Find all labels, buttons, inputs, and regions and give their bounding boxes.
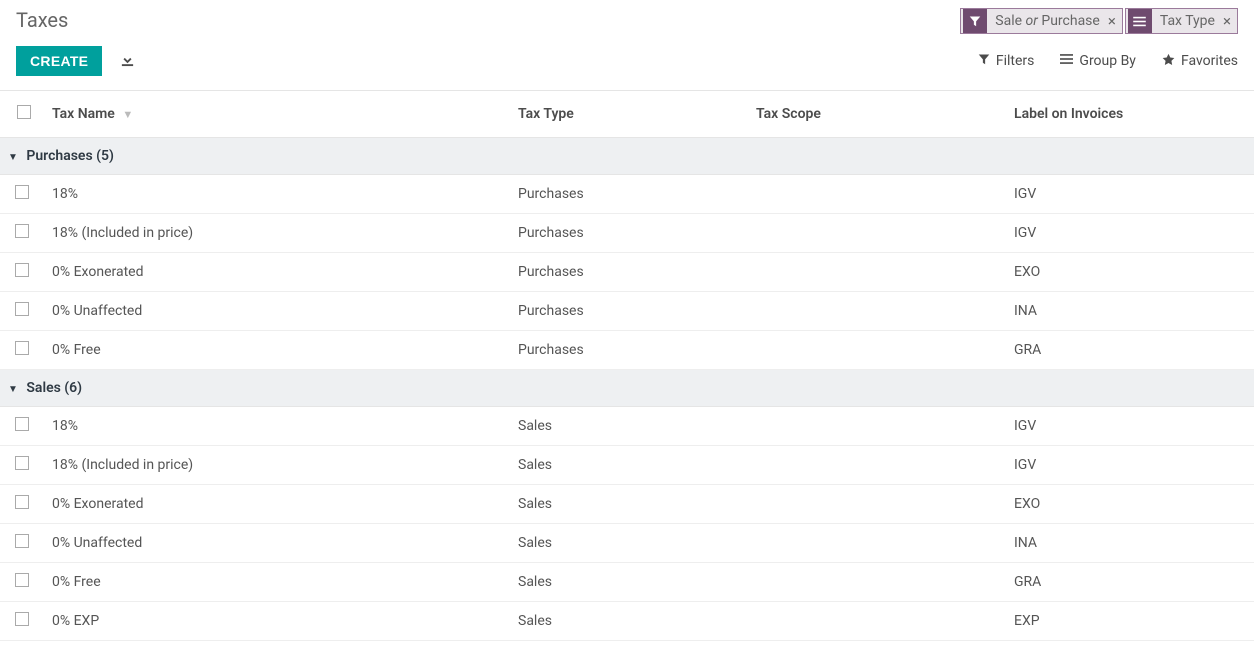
funnel-icon <box>963 9 987 33</box>
groupby-label: Group By <box>1079 53 1136 69</box>
table-row[interactable]: 0% FreeSales GRA <box>0 563 1254 602</box>
row-checkbox[interactable] <box>15 612 29 626</box>
funnel-icon <box>978 53 990 69</box>
cell-label: IGV <box>1006 446 1254 485</box>
cell-label: IGV <box>1006 407 1254 446</box>
cell-tax-scope <box>748 407 1006 446</box>
row-checkbox[interactable] <box>15 417 29 431</box>
row-checkbox[interactable] <box>15 302 29 316</box>
row-checkbox[interactable] <box>15 185 29 199</box>
cell-tax-name: 0% Exonerated <box>44 485 510 524</box>
cell-tax-name: 0% Exonerated <box>44 253 510 292</box>
cell-tax-type: Sales <box>510 446 748 485</box>
table-row[interactable]: 18%Sales IGV <box>0 407 1254 446</box>
table-row[interactable]: 0% UnaffectedSales INA <box>0 524 1254 563</box>
row-checkbox[interactable] <box>15 573 29 587</box>
row-checkbox[interactable] <box>15 341 29 355</box>
cell-tax-scope <box>748 292 1006 331</box>
column-tax-type[interactable]: Tax Type <box>510 91 748 138</box>
cell-tax-type: Sales <box>510 602 748 641</box>
select-all-checkbox[interactable] <box>17 105 31 119</box>
cell-label: IGV <box>1006 214 1254 253</box>
filters-label: Filters <box>996 53 1035 69</box>
download-icon[interactable] <box>120 52 135 71</box>
row-checkbox[interactable] <box>15 495 29 509</box>
column-tax-name-label: Tax Name <box>52 106 115 122</box>
column-tax-name[interactable]: Tax Name ▼ <box>44 91 510 138</box>
cell-tax-type: Sales <box>510 485 748 524</box>
cell-tax-scope <box>748 563 1006 602</box>
column-tax-scope[interactable]: Tax Scope <box>748 91 1006 138</box>
caret-down-icon: ▼ <box>8 384 18 395</box>
search-facet: Tax Type× <box>1125 8 1238 34</box>
cell-tax-name: 0% Free <box>44 563 510 602</box>
cell-tax-type: Sales <box>510 407 748 446</box>
cell-label: INA <box>1006 292 1254 331</box>
row-checkbox[interactable] <box>15 224 29 238</box>
cell-tax-name: 18% <box>44 407 510 446</box>
table-row[interactable]: 18% (Included in price)Sales IGV <box>0 446 1254 485</box>
cell-tax-name: 0% Unaffected <box>44 524 510 563</box>
cell-label: INA <box>1006 524 1254 563</box>
list-icon <box>1128 9 1152 33</box>
cell-tax-type: Sales <box>510 524 748 563</box>
cell-tax-type: Purchases <box>510 292 748 331</box>
filters-button[interactable]: Filters <box>978 53 1035 69</box>
search-facet: Sale or Purchase× <box>960 8 1123 34</box>
cell-label: EXP <box>1006 602 1254 641</box>
cell-tax-name: 0% Unaffected <box>44 292 510 331</box>
cell-tax-scope <box>748 175 1006 214</box>
cell-tax-type: Purchases <box>510 253 748 292</box>
sort-caret-icon: ▼ <box>122 108 133 121</box>
favorites-button[interactable]: Favorites <box>1162 53 1238 70</box>
column-label-on-invoices[interactable]: Label on Invoices <box>1006 91 1254 138</box>
cell-label: IGV <box>1006 175 1254 214</box>
row-checkbox[interactable] <box>15 263 29 277</box>
cell-tax-name: 0% Free <box>44 331 510 370</box>
cell-tax-name: 18% (Included in price) <box>44 214 510 253</box>
groupby-button[interactable]: Group By <box>1060 53 1136 69</box>
row-checkbox[interactable] <box>15 456 29 470</box>
page-title: Taxes <box>16 8 68 32</box>
row-checkbox[interactable] <box>15 534 29 548</box>
table-row[interactable]: 0% ExoneratedSales EXO <box>0 485 1254 524</box>
cell-tax-type: Purchases <box>510 175 748 214</box>
cell-tax-type: Sales <box>510 563 748 602</box>
close-icon[interactable]: × <box>1104 12 1120 30</box>
table-row[interactable]: 0% FreePurchases GRA <box>0 331 1254 370</box>
cell-label: GRA <box>1006 331 1254 370</box>
cell-tax-scope <box>748 602 1006 641</box>
cell-tax-scope <box>748 446 1006 485</box>
create-button[interactable]: CREATE <box>16 46 102 76</box>
cell-tax-type: Purchases <box>510 214 748 253</box>
search-facets: Sale or Purchase×Tax Type× <box>960 8 1238 34</box>
list-icon <box>1060 53 1073 69</box>
cell-tax-scope <box>748 524 1006 563</box>
table-row[interactable]: 18%Purchases IGV <box>0 175 1254 214</box>
favorites-label: Favorites <box>1181 53 1238 69</box>
group-header[interactable]: ▼ Sales (6) <box>0 370 1254 407</box>
cell-tax-scope <box>748 331 1006 370</box>
caret-down-icon: ▼ <box>8 152 18 163</box>
cell-tax-name: 18% <box>44 175 510 214</box>
cell-tax-scope <box>748 214 1006 253</box>
table-row[interactable]: 0% EXPSales EXP <box>0 602 1254 641</box>
star-icon <box>1162 53 1175 70</box>
close-icon[interactable]: × <box>1219 12 1235 30</box>
cell-tax-type: Purchases <box>510 331 748 370</box>
cell-label: GRA <box>1006 563 1254 602</box>
group-header[interactable]: ▼ Purchases (5) <box>0 138 1254 175</box>
cell-tax-name: 18% (Included in price) <box>44 446 510 485</box>
cell-label: EXO <box>1006 253 1254 292</box>
table-row[interactable]: 0% ExoneratedPurchases EXO <box>0 253 1254 292</box>
cell-tax-scope <box>748 485 1006 524</box>
table-row[interactable]: 0% UnaffectedPurchases INA <box>0 292 1254 331</box>
facet-label: Sale or Purchase <box>991 13 1104 29</box>
facet-label: Tax Type <box>1156 13 1219 29</box>
cell-tax-scope <box>748 253 1006 292</box>
cell-label: EXO <box>1006 485 1254 524</box>
table-row[interactable]: 18% (Included in price)Purchases IGV <box>0 214 1254 253</box>
taxes-table: Tax Name ▼ Tax Type Tax Scope Label on I… <box>0 91 1254 641</box>
cell-tax-name: 0% EXP <box>44 602 510 641</box>
